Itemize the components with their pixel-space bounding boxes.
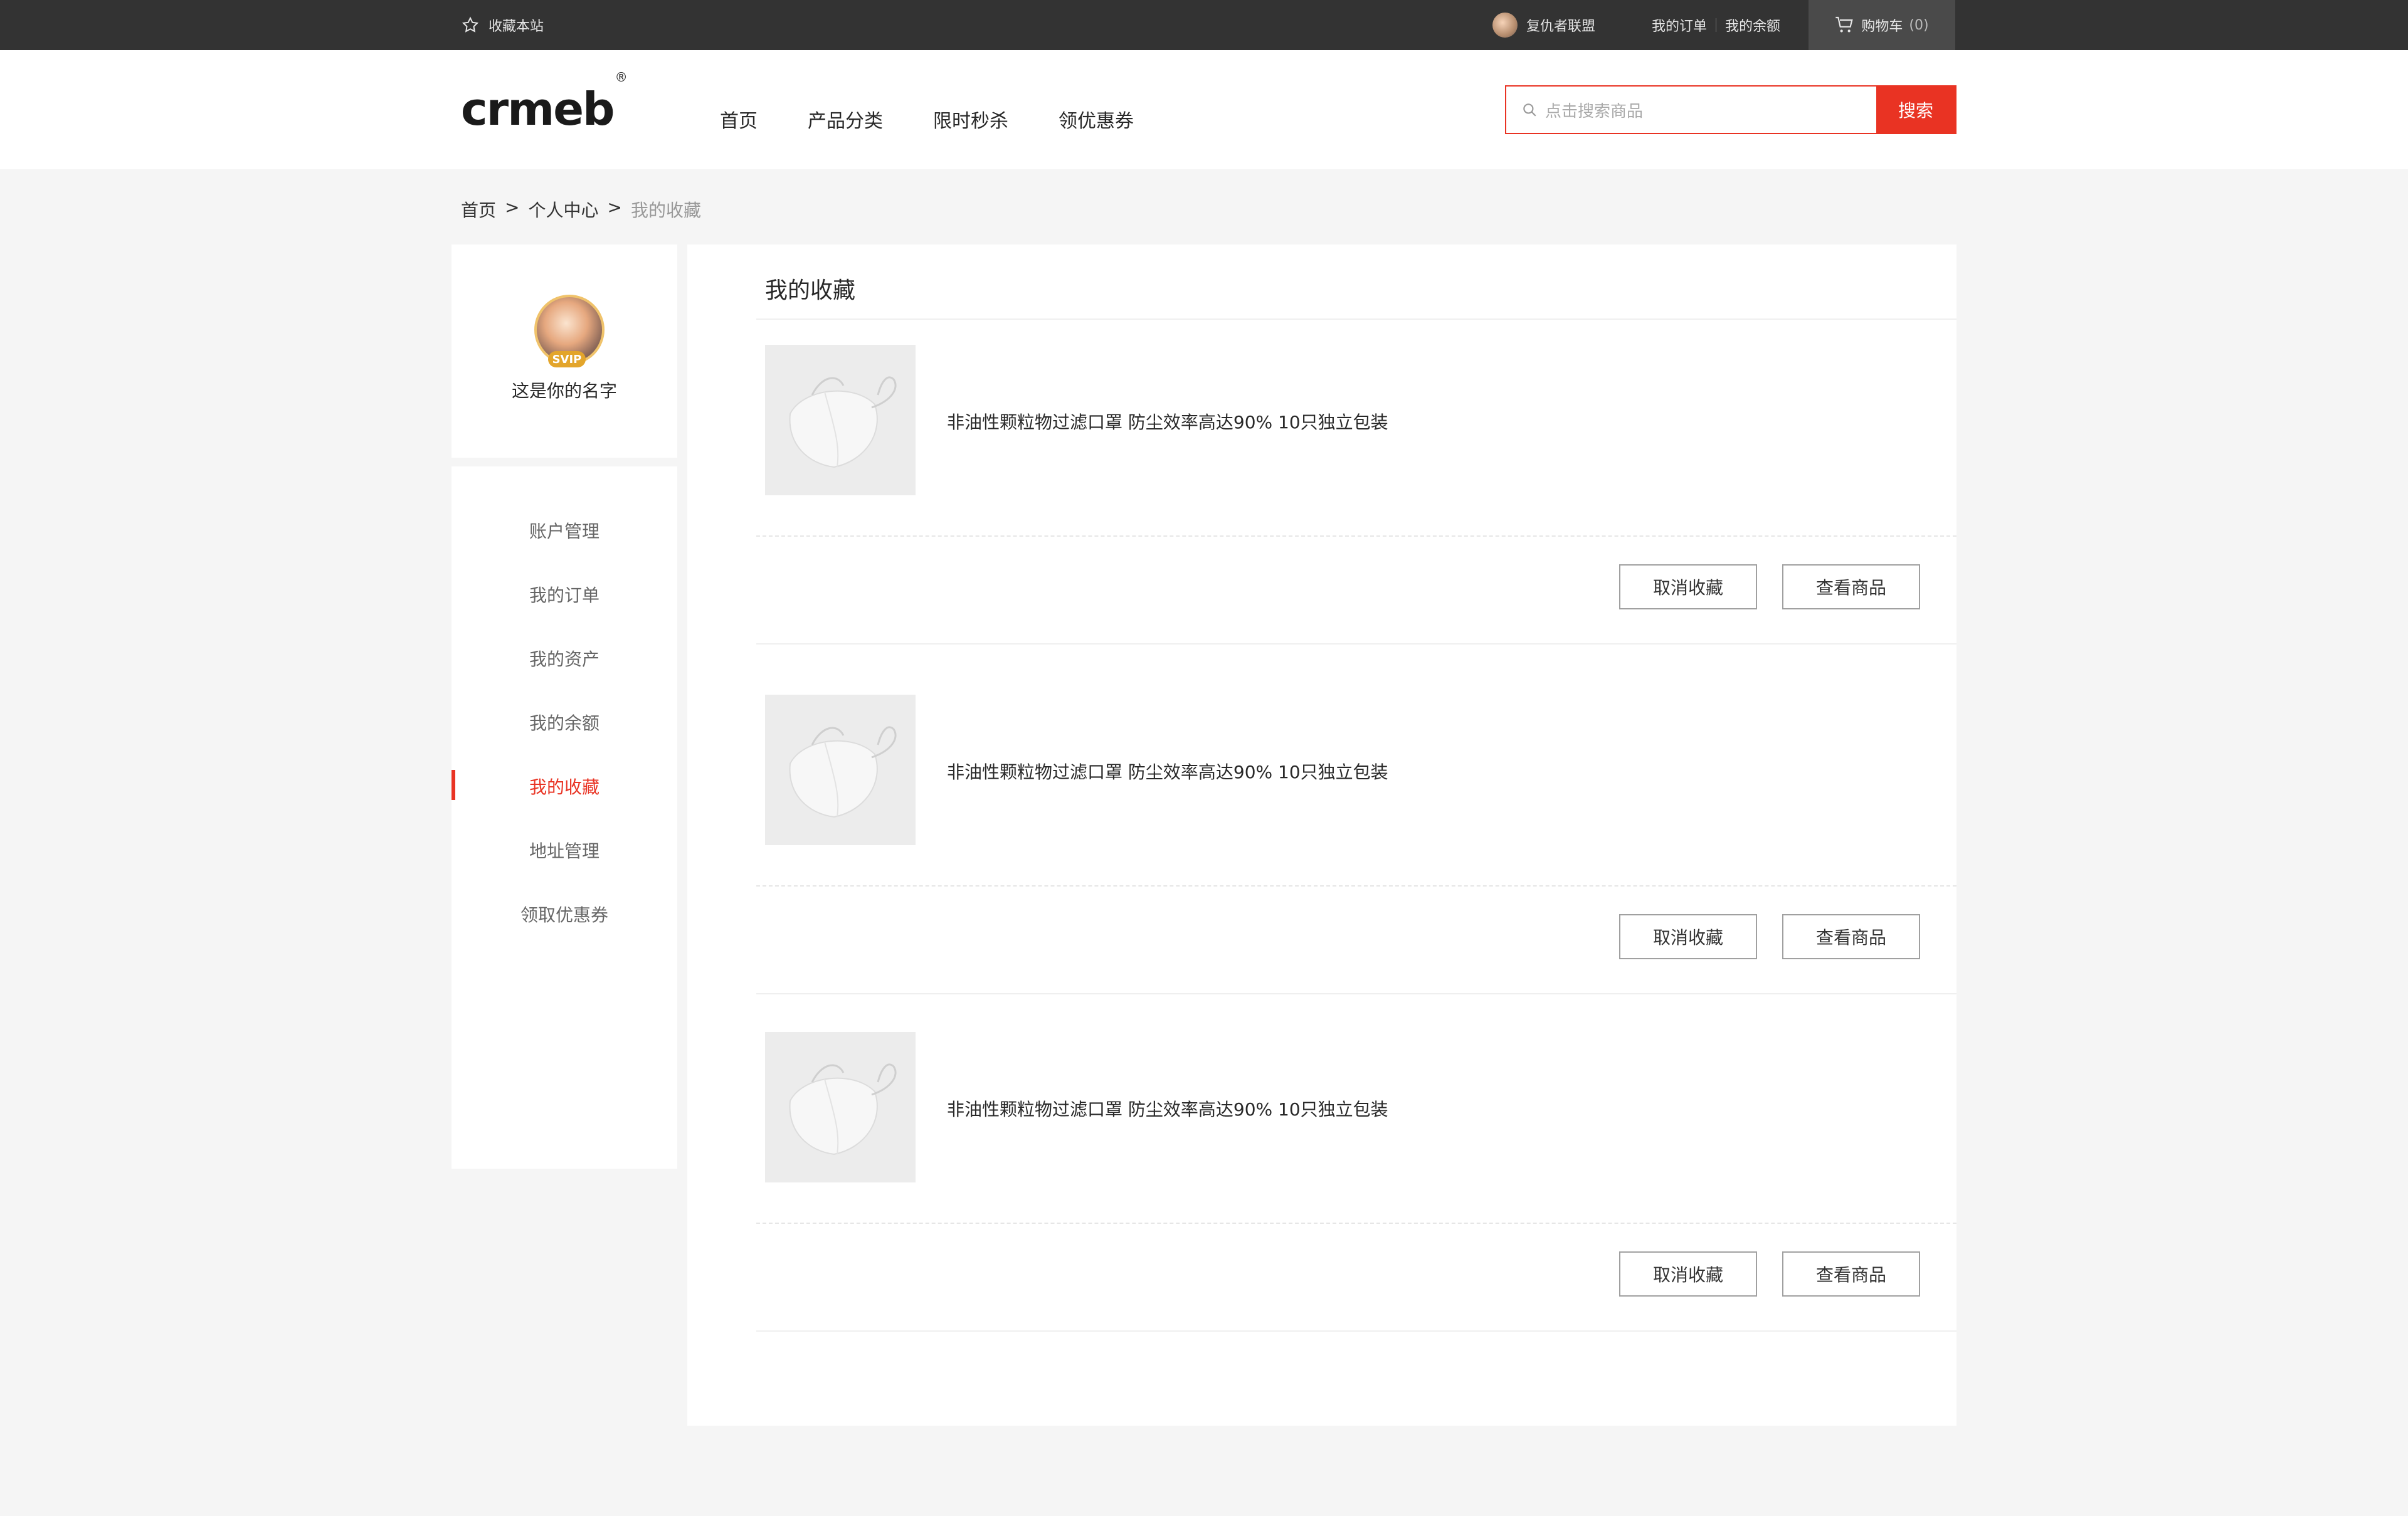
cancel-favorite-button[interactable]: 取消收藏: [1619, 564, 1757, 609]
breadcrumb-home[interactable]: 首页: [461, 197, 496, 222]
divider: [756, 1330, 1956, 1332]
product-name[interactable]: 非油性颗粒物过滤口罩 防尘效率高达90% 10只独立包装: [947, 1096, 1388, 1121]
view-product-button[interactable]: 查看商品: [1782, 564, 1920, 609]
sidebar-item-coupons[interactable]: 领取优惠券: [452, 902, 677, 927]
breadcrumb-separator: >: [607, 197, 622, 218]
favorite-label: 收藏本站: [488, 19, 544, 34]
product-image[interactable]: [765, 1032, 916, 1182]
star-icon: [462, 16, 479, 33]
sidebar-item-assets[interactable]: 我的资产: [452, 646, 677, 671]
nav-categories[interactable]: 产品分类: [808, 105, 883, 133]
sidebar-item-account[interactable]: 账户管理: [452, 518, 677, 543]
divider: [756, 643, 1956, 645]
favorite-item: 非油性颗粒物过滤口罩 防尘效率高达90% 10只独立包装 取消收藏 查看商品: [756, 1007, 1956, 1333]
sidebar-item-balance[interactable]: 我的余额: [452, 710, 677, 735]
divider: [756, 1223, 1956, 1224]
site-header: crmeb® 首页 产品分类 限时秒杀 领优惠券 点击搜索商品 搜索: [0, 50, 2408, 169]
sidebar-menu: 账户管理 我的订单 我的资产 我的余额 我的收藏 地址管理 领取优惠券: [452, 466, 677, 1169]
divider: [756, 535, 1956, 537]
favorites-panel: 我的收藏 非油性颗粒物过滤口罩 防尘效率高达90% 10只独立包装 取消收藏 查…: [687, 245, 1956, 1426]
favorite-item: 非油性颗粒物过滤口罩 防尘效率高达90% 10只独立包装 取消收藏 查看商品: [756, 320, 1956, 646]
cart-button[interactable]: 购物车 (0): [1809, 0, 1955, 50]
favorite-item: 非油性颗粒物过滤口罩 防尘效率高达90% 10只独立包装 取消收藏 查看商品: [756, 670, 1956, 996]
nav-flash-sale[interactable]: 限时秒杀: [933, 105, 1008, 133]
user-menu[interactable]: 复仇者联盟: [1492, 0, 1595, 50]
product-name[interactable]: 非油性颗粒物过滤口罩 防尘效率高达90% 10只独立包装: [947, 409, 1388, 434]
my-orders-link[interactable]: 我的订单: [1643, 15, 1716, 35]
cart-count: (0): [1909, 17, 1929, 33]
user-name: 这是你的名字: [511, 381, 617, 401]
breadcrumb-current: 我的收藏: [630, 200, 701, 221]
search-input[interactable]: 点击搜索商品: [1506, 87, 1876, 133]
product-image[interactable]: [765, 345, 916, 495]
search-box: 点击搜索商品 搜索: [1505, 85, 1956, 134]
svip-badge: SVIP: [548, 351, 586, 367]
divider: [756, 993, 1956, 994]
cancel-favorite-button[interactable]: 取消收藏: [1619, 914, 1757, 959]
sidebar-item-address[interactable]: 地址管理: [452, 838, 677, 863]
cart-label: 购物车: [1861, 19, 1903, 34]
profile-card: SVIP 这是你的名字: [452, 245, 677, 458]
product-image[interactable]: [765, 695, 916, 845]
nav-coupons[interactable]: 领优惠券: [1059, 105, 1134, 133]
breadcrumb-user-center[interactable]: 个人中心: [528, 197, 598, 222]
breadcrumb: 首页 > 个人中心 > 我的收藏: [461, 197, 701, 222]
view-product-button[interactable]: 查看商品: [1782, 1251, 1920, 1297]
divider: [756, 885, 1956, 887]
search-icon: [1523, 103, 1536, 117]
top-bar: 收藏本站 复仇者联盟 我的订单 我的余额 购物车 (0): [0, 0, 2408, 50]
sidebar-item-favorites[interactable]: 我的收藏: [452, 774, 677, 799]
search-button[interactable]: 搜索: [1876, 87, 1955, 133]
sidebar-item-orders[interactable]: 我的订单: [452, 582, 677, 607]
logo[interactable]: crmeb®: [461, 71, 628, 132]
top-links: 我的订单 我的余额: [1643, 0, 1789, 50]
page-title: 我的收藏: [765, 278, 856, 303]
cart-icon: [1835, 16, 1854, 33]
avatar: [1492, 13, 1518, 38]
search-placeholder: 点击搜索商品: [1545, 102, 1644, 121]
nav-home[interactable]: 首页: [720, 105, 758, 133]
cancel-favorite-button[interactable]: 取消收藏: [1619, 1251, 1757, 1297]
my-balance-link[interactable]: 我的余额: [1716, 15, 1789, 35]
favorite-site-link[interactable]: 收藏本站: [461, 0, 544, 50]
breadcrumb-separator: >: [505, 197, 520, 218]
product-name[interactable]: 非油性颗粒物过滤口罩 防尘效率高达90% 10只独立包装: [947, 759, 1388, 784]
username: 复仇者联盟: [1526, 19, 1596, 34]
view-product-button[interactable]: 查看商品: [1782, 914, 1920, 959]
main-nav: 首页 产品分类 限时秒杀 领优惠券: [720, 100, 1134, 138]
